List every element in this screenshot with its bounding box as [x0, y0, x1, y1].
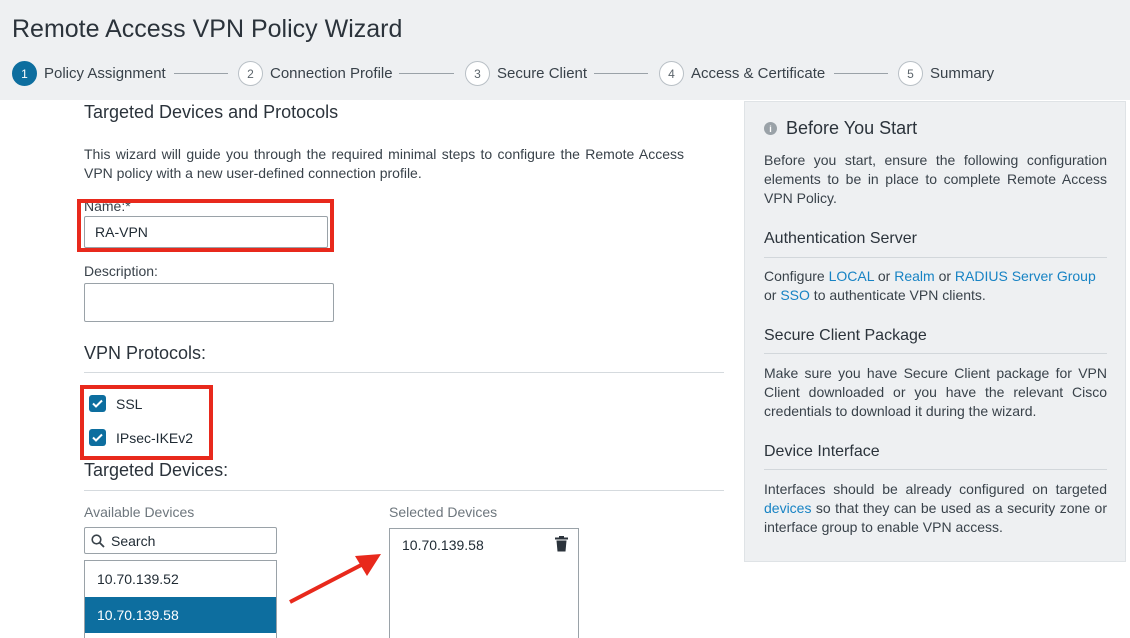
realm-link[interactable]: Realm	[894, 268, 934, 284]
selected-devices-title: Selected Devices	[389, 504, 498, 520]
wizard-header: Remote Access VPN Policy Wizard 1 Policy…	[0, 0, 1130, 100]
description-input[interactable]	[84, 283, 334, 322]
step-number: 4	[659, 61, 684, 86]
device-interface-text: Interfaces should be already configured …	[764, 480, 1107, 537]
intro-text: This wizard will guide you through the r…	[84, 146, 684, 181]
protocols-highlight-box	[80, 385, 213, 460]
step-label: Connection Profile	[270, 65, 393, 82]
devices-link[interactable]: devices	[764, 500, 811, 516]
name-highlight-box	[77, 199, 334, 252]
divider	[764, 353, 1107, 354]
step-summary[interactable]: 5 Summary	[898, 61, 994, 86]
sso-link[interactable]: SSO	[780, 287, 810, 303]
available-devices-list: 10.70.139.52 10.70.139.58	[84, 560, 277, 638]
step-access-certificate[interactable]: 4 Access & Certificate	[659, 61, 825, 86]
list-item-selected[interactable]: 10.70.139.58	[85, 597, 276, 633]
step-number: 1	[12, 61, 37, 86]
step-number: 5	[898, 61, 923, 86]
search-icon	[91, 533, 105, 548]
page-title: Remote Access VPN Policy Wizard	[12, 15, 403, 43]
divider	[764, 469, 1107, 470]
info-intro-text: Before you start, ensure the following c…	[764, 152, 1107, 206]
available-devices-title: Available Devices	[84, 504, 195, 520]
step-number: 3	[465, 61, 490, 86]
arrow-annotation-icon	[289, 554, 381, 604]
trash-icon[interactable]	[555, 536, 568, 552]
vpn-protocols-title: VPN Protocols:	[84, 343, 207, 363]
divider	[764, 257, 1107, 258]
info-heading-text: Before You Start	[786, 118, 918, 138]
step-label: Policy Assignment	[44, 65, 166, 82]
text-fragment: so that they can be used as a security z…	[764, 500, 1107, 535]
description-label: Description:	[84, 263, 158, 279]
text-fragment: or	[873, 268, 895, 284]
step-connector	[174, 73, 228, 74]
selected-devices-list: 10.70.139.58	[389, 528, 579, 638]
step-connector	[399, 73, 454, 74]
step-label: Access & Certificate	[691, 65, 826, 82]
divider	[84, 372, 724, 373]
auth-server-title: Authentication Server	[764, 230, 917, 247]
step-label: Secure Client	[497, 65, 588, 82]
text-fragment: or	[764, 287, 781, 303]
targeted-devices-title: Targeted Devices:	[84, 460, 229, 480]
radius-server-group-link[interactable]: RADIUS Server Group	[955, 268, 1096, 284]
search-placeholder: Search	[111, 532, 156, 549]
step-policy-assignment[interactable]: 1 Policy Assignment	[12, 61, 166, 86]
step-number: 2	[238, 61, 263, 86]
divider	[84, 490, 724, 491]
section-title: Targeted Devices and Protocols	[84, 102, 339, 122]
step-connector	[834, 73, 888, 74]
info-panel: i Before You Start Before you start, ens…	[744, 101, 1126, 562]
step-connection-profile[interactable]: 2 Connection Profile	[238, 61, 393, 86]
secure-client-text: Make sure you have Secure Client package…	[764, 365, 1107, 419]
secure-client-title: Secure Client Package	[764, 327, 927, 344]
text-fragment: Configure	[764, 268, 829, 284]
device-interface-title: Device Interface	[764, 443, 880, 460]
list-item[interactable]: 10.70.139.52	[85, 561, 276, 597]
text-fragment: Interfaces should be already configured …	[764, 481, 1107, 497]
local-link[interactable]: LOCAL	[829, 268, 874, 284]
list-item: 10.70.139.58	[402, 537, 484, 553]
auth-server-text: Configure LOCAL or Realm or RADIUS Serve…	[764, 267, 1107, 305]
text-fragment: or	[934, 268, 955, 284]
step-connector	[594, 73, 648, 74]
device-search-input[interactable]: Search	[84, 527, 277, 554]
step-secure-client[interactable]: 3 Secure Client	[465, 61, 587, 86]
text-fragment: to authenticate VPN clients.	[809, 287, 986, 303]
info-icon: i	[764, 122, 777, 135]
step-label: Summary	[930, 65, 995, 82]
info-heading: i Before You Start	[764, 118, 917, 139]
